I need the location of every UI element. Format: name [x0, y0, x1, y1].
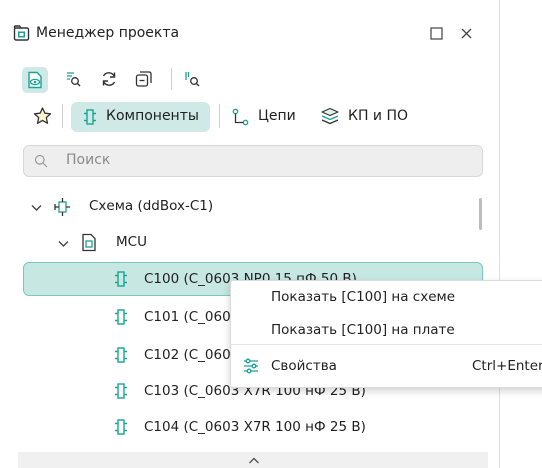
tab-components-label: Компоненты	[106, 108, 199, 124]
list-item[interactable]: C102 (C_060	[144, 347, 231, 363]
list-item[interactable]: C101 (C_060	[144, 309, 231, 325]
chevron-up-icon[interactable]	[248, 456, 260, 465]
find-icon[interactable]	[65, 71, 81, 87]
component-icon	[115, 419, 127, 435]
context-menu: Показать [C100] на схеме Показать [C100]…	[230, 280, 542, 388]
panel-border	[499, 0, 500, 468]
tab-pads-label[interactable]: КП и ПО	[348, 108, 408, 124]
tree-root-label[interactable]: Схема (ddBox-C1)	[89, 198, 213, 214]
pad-icon[interactable]	[320, 107, 340, 126]
scrollbar-thumb[interactable]	[479, 198, 482, 230]
show-icon	[28, 71, 42, 89]
net-icon[interactable]	[232, 108, 249, 126]
menu-item-properties[interactable]: Свойства	[271, 358, 337, 374]
tab-separator	[62, 104, 63, 128]
tab-nets-label[interactable]: Цепи	[258, 108, 296, 124]
menu-item-properties-shortcut: Ctrl+Enter	[472, 358, 542, 374]
component-icon	[115, 309, 127, 325]
project-manager-panel: Менеджер проекта Компоненты Цепи КП и ПО…	[0, 0, 500, 468]
properties-icon	[244, 358, 258, 374]
menu-item-show-on-board[interactable]: Показать [C100] на плате	[271, 322, 455, 338]
favorite-star-icon[interactable]	[33, 107, 52, 125]
component-icon	[115, 271, 127, 287]
component-icon	[115, 383, 127, 399]
menu-separator	[231, 344, 542, 345]
scroll-up-bar[interactable]	[18, 452, 488, 468]
menu-item-show-on-schematic[interactable]: Показать [C100] на схеме	[271, 289, 455, 305]
tree-group-label[interactable]: MCU	[116, 234, 147, 250]
search-input[interactable]: Поиск	[23, 145, 483, 177]
tab-separator	[219, 104, 220, 128]
toolbar-separator	[171, 68, 172, 90]
chevron-down-icon[interactable]	[30, 201, 43, 214]
project-icon	[13, 25, 30, 41]
maximize-icon[interactable]	[430, 27, 443, 40]
component-icon	[84, 109, 96, 125]
close-icon[interactable]	[460, 27, 473, 40]
search-placeholder: Поиск	[66, 152, 111, 168]
panel-title: Менеджер проекта	[36, 25, 180, 41]
sheet-icon	[82, 233, 96, 252]
collapse-icon[interactable]	[135, 70, 153, 88]
schematic-icon	[54, 198, 70, 216]
find-net-icon[interactable]	[184, 71, 200, 87]
list-item[interactable]: C104 (C_0603 X7R 100 нФ 25 В)	[144, 419, 366, 435]
chevron-down-icon[interactable]	[57, 237, 70, 250]
refresh-icon[interactable]	[100, 70, 118, 88]
component-icon	[115, 347, 127, 363]
search-icon	[34, 154, 48, 168]
